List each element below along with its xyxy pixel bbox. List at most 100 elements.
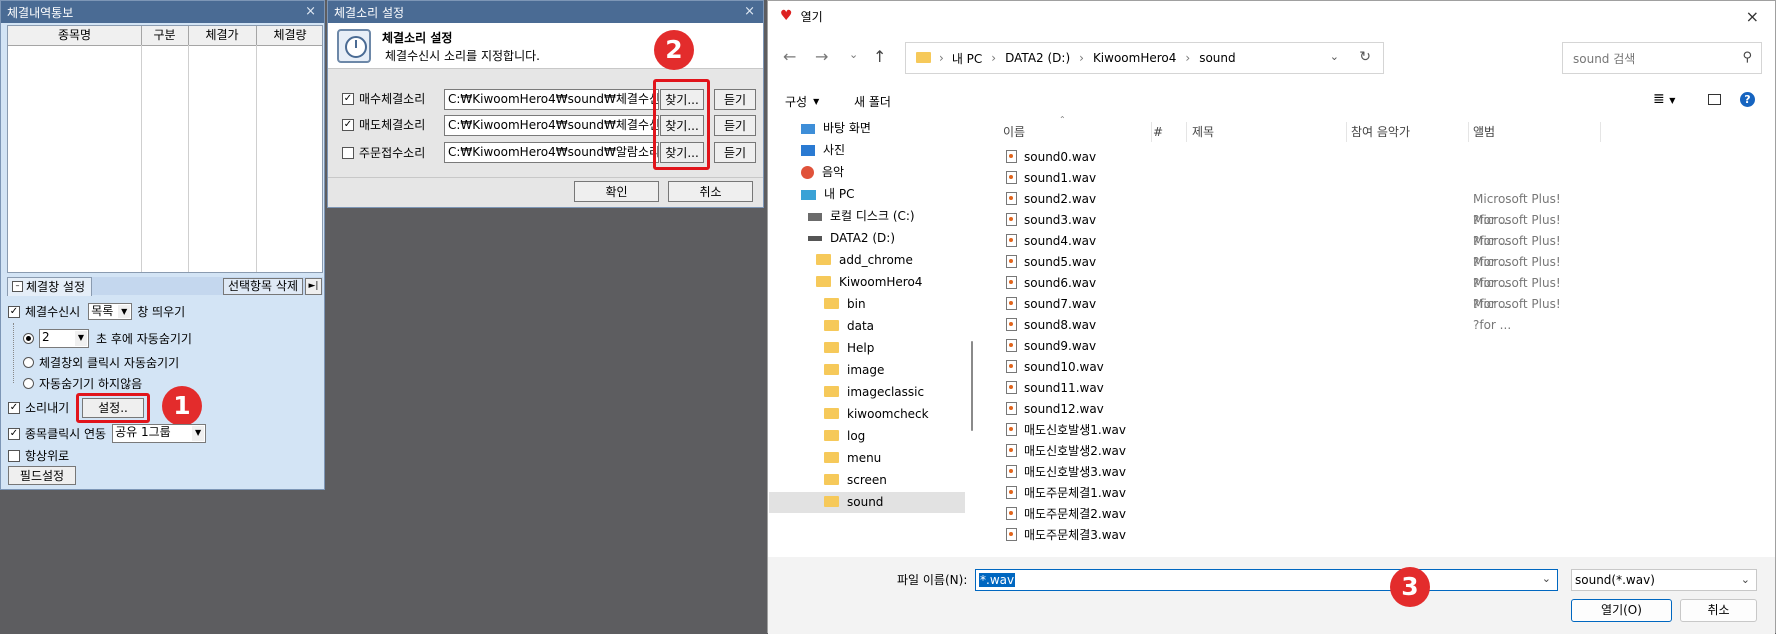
tree-item-folder[interactable]: KiwoomHero4 bbox=[816, 272, 922, 293]
new-folder-button[interactable]: 새 폴더 bbox=[854, 93, 891, 110]
order-sound-checkbox[interactable] bbox=[342, 146, 354, 159]
tree-item-music[interactable]: 음악 bbox=[801, 162, 844, 183]
tree-item-folder[interactable]: imageclassic bbox=[824, 382, 924, 403]
buy-sound-path-field[interactable]: C:₩KiwoomHero4₩sound₩체결수신 bbox=[444, 89, 659, 110]
tree-item-folder[interactable]: bin bbox=[824, 294, 866, 315]
tree-item-folder[interactable]: log bbox=[824, 426, 865, 447]
file-list-item[interactable]: sound9.wav bbox=[1006, 336, 1566, 357]
help-icon[interactable]: ? bbox=[1740, 92, 1755, 107]
sell-sound-listen-button[interactable]: 듣기 bbox=[714, 115, 756, 136]
file-list-item[interactable]: sound5.wav Microsoft Plus! ?for ... bbox=[1006, 252, 1566, 290]
column-header-name[interactable]: 이름 bbox=[1003, 122, 1025, 142]
file-list-item[interactable]: sound7.wav Microsoft Plus! ?for ... bbox=[1006, 294, 1566, 332]
close-icon[interactable]: × bbox=[744, 4, 755, 19]
select-value: 목록 bbox=[91, 304, 114, 318]
tree-item-pictures[interactable]: 사진 bbox=[801, 140, 845, 161]
popup-mode-select[interactable]: 목록 ▼ bbox=[88, 303, 133, 320]
seconds-select[interactable]: 2 ▼ bbox=[39, 329, 89, 348]
view-options-icon[interactable]: ≣ ▼ bbox=[1653, 91, 1675, 107]
tree-item-folder[interactable]: kiwoomcheck bbox=[824, 404, 929, 425]
file-list-item[interactable]: 매도주문체결3.wav bbox=[1006, 525, 1566, 546]
file-list-item[interactable]: sound3.wav Microsoft Plus! ?for ... bbox=[1006, 210, 1566, 248]
breadcrumb-item[interactable]: 내 PC bbox=[952, 50, 982, 67]
delete-selected-button[interactable]: 선택항목 삭제 bbox=[222, 278, 303, 295]
sell-sound-checkbox[interactable]: ✓ bbox=[342, 118, 354, 131]
tree-item-folder[interactable]: add_chrome bbox=[816, 250, 913, 271]
up-arrow-icon[interactable]: ↑ bbox=[873, 47, 886, 66]
breadcrumb-item[interactable]: KiwoomHero4 bbox=[1093, 51, 1176, 65]
file-list-item[interactable]: sound10.wav bbox=[1006, 357, 1566, 378]
address-dropdown-icon[interactable]: ⌄ bbox=[1330, 50, 1339, 63]
order-sound-listen-button[interactable]: 듣기 bbox=[714, 142, 756, 163]
file-list-item[interactable]: 매도신호발생1.wav bbox=[1006, 420, 1566, 441]
file-list-item[interactable]: 매도주문체결2.wav bbox=[1006, 504, 1566, 525]
popup-checkbox[interactable]: ✓ bbox=[8, 305, 20, 318]
column-header-title[interactable]: 제목 bbox=[1192, 122, 1214, 142]
breadcrumb-item[interactable]: DATA2 (D:) bbox=[1005, 51, 1070, 65]
forward-arrow-icon[interactable]: → bbox=[815, 47, 828, 66]
organize-menu[interactable]: 구성 ▼ bbox=[785, 93, 819, 110]
sell-sound-path-field[interactable]: C:₩KiwoomHero4₩sound₩체결수신 bbox=[444, 115, 659, 136]
file-list-item[interactable]: 매도주문체결1.wav bbox=[1006, 483, 1566, 504]
file-list-item[interactable]: sound2.wav Microsoft Plus! ?for ... bbox=[1006, 189, 1566, 227]
cancel-button[interactable]: 취소 bbox=[668, 181, 753, 202]
chevron-down-icon[interactable]: ⌄ bbox=[1542, 572, 1551, 585]
always-top-checkbox[interactable] bbox=[8, 449, 20, 462]
recent-chevron-icon[interactable]: ⌄ bbox=[849, 48, 858, 61]
file-type-select[interactable]: sound(*.wav) ⌄ bbox=[1571, 569, 1757, 591]
column-header[interactable]: 구분 bbox=[141, 26, 189, 45]
file-list-item[interactable]: sound6.wav Microsoft Plus! ?for ... bbox=[1006, 273, 1566, 311]
field-settings-button[interactable]: 필드설정 bbox=[8, 466, 76, 485]
file-list-item[interactable]: 매도신호발생2.wav bbox=[1006, 441, 1566, 462]
open-button[interactable]: 열기(O) bbox=[1571, 599, 1672, 622]
buy-sound-listen-button[interactable]: 듣기 bbox=[714, 89, 756, 110]
breadcrumb-item[interactable]: sound bbox=[1199, 51, 1235, 65]
column-header[interactable]: 체결량 bbox=[256, 26, 324, 45]
column-header-artist[interactable]: 참여 음악가 bbox=[1351, 122, 1410, 142]
back-arrow-icon[interactable]: ← bbox=[783, 47, 796, 66]
tree-item-this-pc[interactable]: 내 PC bbox=[801, 184, 854, 205]
auto-hide-radio[interactable] bbox=[23, 333, 34, 344]
column-header[interactable]: 체결가 bbox=[188, 26, 257, 45]
search-box[interactable]: sound 검색 ⚲ bbox=[1562, 42, 1762, 74]
file-list-item[interactable]: sound4.wav Microsoft Plus! ?for ... bbox=[1006, 231, 1566, 269]
file-list-scrollbar[interactable] bbox=[1762, 116, 1768, 556]
close-icon[interactable]: × bbox=[1746, 7, 1759, 26]
no-hide-radio[interactable] bbox=[23, 378, 34, 389]
column-header[interactable]: 종목명 bbox=[8, 26, 142, 45]
file-list-item[interactable]: 매도신호발생3.wav bbox=[1006, 462, 1566, 483]
ok-button[interactable]: 확인 bbox=[574, 181, 659, 202]
tree-scrollbar[interactable] bbox=[971, 341, 973, 431]
click-outside-radio[interactable] bbox=[23, 357, 34, 368]
order-sound-path-field[interactable]: C:₩KiwoomHero4₩sound₩알람소리 bbox=[444, 142, 659, 163]
sound-checkbox[interactable]: ✓ bbox=[8, 401, 20, 414]
tree-item-folder[interactable]: screen bbox=[824, 470, 887, 491]
file-list-item[interactable]: sound8.wav bbox=[1006, 315, 1566, 336]
sound-settings-button[interactable]: 설정.. bbox=[82, 398, 144, 418]
tree-item-folder[interactable]: data bbox=[824, 316, 874, 337]
file-list-item[interactable]: sound12.wav bbox=[1006, 399, 1566, 420]
buy-sound-checkbox[interactable]: ✓ bbox=[342, 92, 354, 105]
tree-item-drive-c[interactable]: 로컬 디스크 (C:) bbox=[808, 206, 915, 227]
link-group-select[interactable]: 공유 1그룹 ▼ bbox=[112, 424, 207, 443]
expand-arrow-button[interactable]: ►| bbox=[305, 278, 322, 295]
tree-item-folder[interactable]: Help bbox=[824, 338, 874, 359]
address-bar[interactable]: › 내 PC › DATA2 (D:) › KiwoomHero4 › soun… bbox=[905, 42, 1384, 74]
column-header-number[interactable]: # bbox=[1153, 122, 1163, 142]
file-list-item[interactable]: sound11.wav bbox=[1006, 378, 1566, 399]
tab-settings[interactable]: – 체결창 설정 bbox=[7, 276, 93, 296]
cancel-button[interactable]: 취소 bbox=[1680, 599, 1757, 622]
file-list-item[interactable]: sound0.wav bbox=[1006, 147, 1566, 168]
tree-item-drive-d[interactable]: DATA2 (D:) bbox=[808, 228, 895, 249]
tree-item-folder[interactable]: image bbox=[824, 360, 884, 381]
link-checkbox[interactable]: ✓ bbox=[8, 427, 20, 440]
refresh-icon[interactable]: ↻ bbox=[1359, 49, 1371, 65]
filename-input[interactable]: *.wav ⌄ bbox=[975, 569, 1558, 591]
preview-pane-icon[interactable] bbox=[1708, 94, 1721, 105]
tree-item-desktop[interactable]: 바탕 화면 bbox=[801, 118, 871, 139]
column-header-album[interactable]: 앨범 bbox=[1473, 122, 1495, 142]
tree-item-folder-selected[interactable]: sound bbox=[769, 492, 965, 513]
close-icon[interactable]: × bbox=[305, 4, 316, 19]
tree-item-folder[interactable]: menu bbox=[824, 448, 881, 469]
file-list-item[interactable]: sound1.wav bbox=[1006, 168, 1566, 189]
